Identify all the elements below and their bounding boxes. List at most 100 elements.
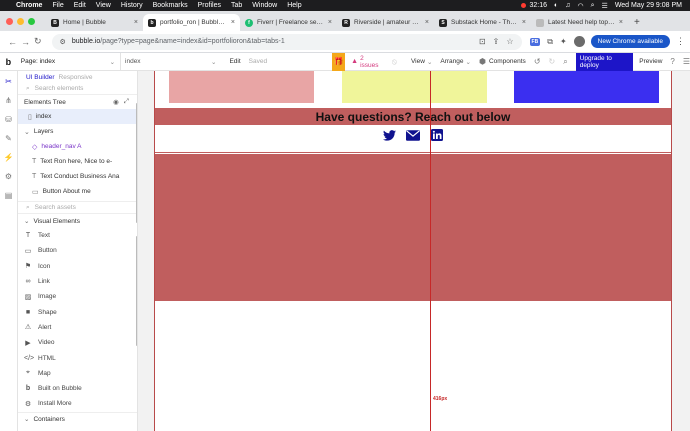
browser-tab-active[interactable]: b portfolio_ron | Bubble Editor × xyxy=(143,14,240,31)
new-tab-icon[interactable]: + xyxy=(634,14,640,31)
tab-search-icon[interactable]: ⧉ xyxy=(547,37,553,47)
chrome-menu-icon[interactable]: ⋮ xyxy=(676,36,685,47)
reload-icon[interactable]: ↻ xyxy=(34,36,42,47)
components-cube-icon[interactable]: ⬢ xyxy=(479,57,486,66)
visual-element-built-on-bubble[interactable]: b Built on Bubble xyxy=(18,381,137,396)
components-button[interactable]: Components xyxy=(489,58,526,65)
visual-elements-header[interactable]: ⌄ Visual Elements xyxy=(18,214,137,228)
containers-header[interactable]: ⌄ Containers xyxy=(18,411,137,426)
upgrade-to-deploy-button[interactable]: Upgrade to deploy xyxy=(575,52,634,71)
site-info-icon[interactable]: ⚙ xyxy=(60,38,66,46)
editor-canvas[interactable]: Have questions? Reach out below 416px xyxy=(138,71,690,431)
new-chrome-available-button[interactable]: New Chrome available xyxy=(590,35,671,48)
search-icon[interactable]: ⌕ xyxy=(591,2,595,10)
menu-icon[interactable]: ☰ xyxy=(683,57,690,66)
menubar-datetime[interactable]: Wed May 29 9:08 PM xyxy=(615,2,682,9)
menu-view[interactable]: View xyxy=(96,2,111,9)
close-tab-icon[interactable]: × xyxy=(522,19,526,26)
plugins-icon[interactable]: ⚡ xyxy=(4,153,14,162)
close-tab-icon[interactable]: × xyxy=(231,19,235,26)
wifi-icon[interactable]: ◠ xyxy=(578,2,584,10)
contact-form-group[interactable] xyxy=(155,154,671,300)
menu-file[interactable]: File xyxy=(52,2,63,9)
menu-history[interactable]: History xyxy=(121,2,143,9)
view-menu[interactable]: View xyxy=(411,58,425,65)
linkedin-icon[interactable] xyxy=(430,128,444,142)
page-selector[interactable]: Page: index ⌄ xyxy=(17,58,120,66)
close-tab-icon[interactable]: × xyxy=(328,19,332,26)
edit-mode-button[interactable]: Edit xyxy=(229,58,240,65)
back-icon[interactable]: ← xyxy=(8,37,17,47)
twitter-icon[interactable] xyxy=(382,128,396,142)
expand-icon[interactable]: ⤢ xyxy=(124,98,129,106)
search-elements-field[interactable]: ⌕ Search elements xyxy=(18,83,137,95)
visual-element-icon[interactable]: ⚑ Icon xyxy=(18,259,137,274)
visual-element-video[interactable]: ▶ Video xyxy=(18,335,137,350)
bookmark-star-icon[interactable]: ☆ xyxy=(506,37,513,46)
menu-window[interactable]: Window xyxy=(252,2,277,9)
url-input[interactable]: ⚙ bubble.io /page?type=page&name=index&i… xyxy=(51,33,522,50)
menu-app-name[interactable]: Chrome xyxy=(16,2,42,9)
menu-profiles[interactable]: Profiles xyxy=(198,2,221,9)
close-tab-icon[interactable]: × xyxy=(134,19,138,26)
settings-gear-icon[interactable]: ⚙ xyxy=(5,172,12,181)
visual-element-button[interactable]: ▭ Button xyxy=(18,243,137,258)
menu-bookmarks[interactable]: Bookmarks xyxy=(153,2,188,9)
share-icon[interactable]: ⇪ xyxy=(493,37,500,46)
minimize-window-icon[interactable] xyxy=(17,18,24,25)
visual-element-shape[interactable]: ■ Shape xyxy=(18,304,137,319)
visual-element-text[interactable]: T Text xyxy=(18,228,137,243)
menu-tab[interactable]: Tab xyxy=(231,2,242,9)
tree-item-text[interactable]: T Text Ron here, Nice to e- xyxy=(18,154,137,169)
tree-item-header-nav[interactable]: ◇ header_nav A xyxy=(18,139,137,154)
profile-avatar[interactable] xyxy=(573,36,585,47)
bubble-logo-icon[interactable]: b xyxy=(0,57,17,67)
zoom-window-icon[interactable] xyxy=(28,18,35,25)
tree-item-layers[interactable]: ⌄ Layers xyxy=(18,124,137,139)
arrange-menu[interactable]: Arrange xyxy=(440,58,463,65)
element-selector[interactable]: index ⌄ xyxy=(120,52,221,71)
tree-item-text[interactable]: T Text Conduct Business Ana xyxy=(18,169,137,184)
browser-tab[interactable]: S Substack Home - The Bubble × xyxy=(434,14,531,31)
preview-button[interactable]: Preview xyxy=(639,58,662,65)
tree-item-index[interactable]: ▯ index xyxy=(18,109,137,124)
redo-icon[interactable]: ↻ xyxy=(549,57,556,66)
control-center-icon[interactable]: ☰ xyxy=(602,2,608,10)
eye-icon[interactable]: ◉ xyxy=(113,98,119,106)
tab-ui-builder[interactable]: UI Builder xyxy=(26,74,55,81)
yellow-block[interactable] xyxy=(342,71,487,103)
search-assets-field[interactable]: ⌕ Search assets xyxy=(18,201,137,214)
browser-tab[interactable]: R Riverside | amateur builder × xyxy=(337,14,434,31)
status-bubble-icon[interactable]: ◐ xyxy=(554,2,558,9)
audio-icon[interactable]: ♫ xyxy=(565,2,570,9)
email-icon[interactable] xyxy=(406,128,420,142)
contact-heading[interactable]: Have questions? Reach out below xyxy=(155,108,671,125)
tree-item-button[interactable]: ▭ Button About me xyxy=(18,184,137,199)
styles-brush-icon[interactable]: ✎ xyxy=(5,134,12,143)
tab-responsive[interactable]: Responsive xyxy=(59,74,93,81)
visual-element-link[interactable]: ∞ Link xyxy=(18,274,137,289)
page-index[interactable]: Have questions? Reach out below 416px xyxy=(154,71,672,431)
close-window-icon[interactable] xyxy=(6,18,13,25)
debug-off-icon[interactable]: ⦸ xyxy=(392,57,397,67)
workflow-icon[interactable]: ⋔ xyxy=(5,96,12,105)
search-icon[interactable]: ⌕ xyxy=(563,57,567,67)
menu-help[interactable]: Help xyxy=(287,2,301,9)
help-icon[interactable]: ? xyxy=(670,57,674,66)
close-tab-icon[interactable]: × xyxy=(619,19,623,26)
data-icon[interactable]: ⛁ xyxy=(5,115,12,124)
blue-block[interactable] xyxy=(514,71,659,103)
screen-record-icon[interactable]: 32:16 xyxy=(521,2,547,9)
cast-icon[interactable]: ⊡ xyxy=(479,37,486,46)
menu-edit[interactable]: Edit xyxy=(74,2,86,9)
forward-icon[interactable]: → xyxy=(21,37,30,47)
visual-element-map[interactable]: ⌖ Map xyxy=(18,366,137,381)
visual-element-image[interactable]: ▨ Image xyxy=(18,289,137,304)
undo-icon[interactable]: ↺ xyxy=(534,57,541,66)
issues-button[interactable]: ▲ 2 issues xyxy=(351,55,382,69)
gift-icon[interactable]: 🎁 xyxy=(332,52,346,71)
design-tools-icon[interactable]: ✂ xyxy=(5,77,12,86)
close-tab-icon[interactable]: × xyxy=(425,19,429,26)
visual-element-alert[interactable]: ⚠ Alert xyxy=(18,320,137,335)
extensions-puzzle-icon[interactable]: ✦ xyxy=(560,37,567,46)
